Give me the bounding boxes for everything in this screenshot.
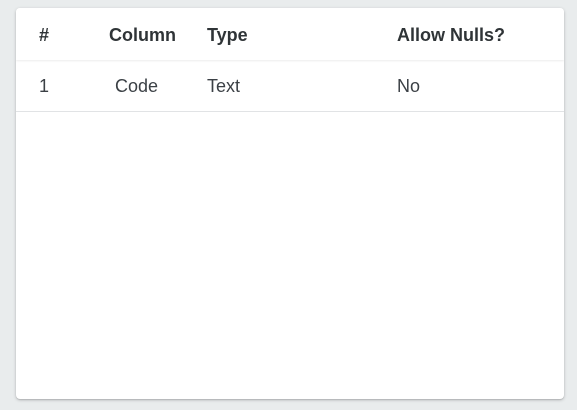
table-header-row: # Column Type Allow Nulls? xyxy=(16,8,564,60)
header-allow-nulls: Allow Nulls? xyxy=(397,25,505,45)
columns-table-card: # Column Type Allow Nulls? 1 Code Text N… xyxy=(16,8,564,399)
cell-column-name: Code xyxy=(115,76,159,96)
table-row[interactable]: 1 Code Text No xyxy=(16,61,564,112)
cell-number: 1 xyxy=(39,76,50,96)
header-column: Column xyxy=(109,25,176,45)
header-number: # xyxy=(39,25,50,45)
cell-type: Text xyxy=(207,76,241,96)
cell-allow-nulls: No xyxy=(397,76,421,96)
header-type: Type xyxy=(207,25,248,45)
